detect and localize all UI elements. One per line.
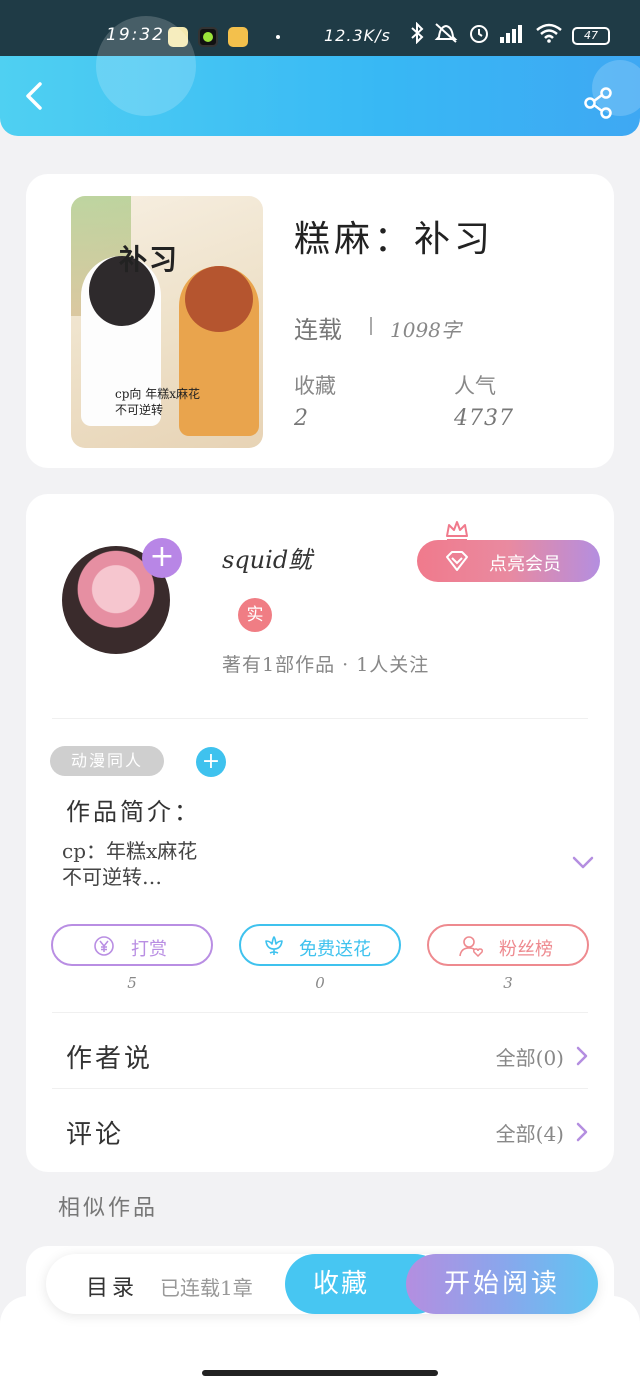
- intro-line: 不可逆转…: [62, 865, 162, 889]
- notification-app-icon: [198, 27, 218, 47]
- more-notifications-dot: [276, 35, 280, 39]
- chevron-right-icon: [576, 1046, 588, 1066]
- book-status: 连载: [294, 316, 342, 344]
- status-icons: 47: [410, 21, 610, 49]
- book-info-card: 补习 cp向 年糕x麻花 不可逆转 糕麻：补习 连载 1098字 收藏 2 人气…: [26, 174, 614, 468]
- verified-badge: 实: [238, 598, 272, 632]
- send-flower-button[interactable]: 免费送花: [239, 924, 401, 966]
- author-meta: 著有1部作品 · 1人关注: [222, 654, 430, 676]
- author-name[interactable]: squid鱿: [222, 540, 312, 575]
- category-tag[interactable]: 动漫同人: [50, 746, 164, 776]
- table-of-contents-button[interactable]: 目录: [86, 1270, 138, 1302]
- divider: [370, 317, 372, 335]
- comments-title: 评论: [66, 1120, 125, 1150]
- similar-works-title: 相似作品: [58, 1196, 159, 1221]
- status-bar: 19:32 12.3K/s 47: [0, 0, 640, 56]
- battery-indicator: 47: [572, 26, 610, 45]
- divider: [52, 718, 588, 719]
- notification-app-icon: [228, 27, 248, 47]
- cover-subtitle-line: cp向 年糕x麻花: [115, 387, 200, 401]
- comments-row[interactable]: 评论 全部(4): [26, 1094, 614, 1166]
- intro-text: cp：年糕x麻花 不可逆转…: [62, 838, 197, 890]
- comments-all-link[interactable]: 全部(4): [496, 1118, 564, 1147]
- author-detail-card: + squid鱿 实 著有1部作品 · 1人关注 点亮会员 动漫同人 + 作品简…: [26, 494, 614, 1172]
- intro-title: 作品简介：: [66, 798, 201, 826]
- cover-subtitle: cp向 年糕x麻花 不可逆转: [115, 386, 200, 418]
- home-indicator[interactable]: [202, 1370, 438, 1376]
- fans-ranking-button[interactable]: 粉丝榜: [427, 924, 589, 966]
- decor-bubble: [96, 16, 196, 116]
- alarm-icon: [468, 22, 490, 49]
- mute-icon: [434, 22, 458, 49]
- chevron-right-icon: [576, 1122, 588, 1142]
- book-title: 糕麻：补习: [294, 219, 495, 260]
- cover-subtitle-line: 不可逆转: [115, 403, 164, 417]
- vip-button-label: 点亮会员: [489, 554, 561, 575]
- fans-count: 3: [503, 974, 513, 992]
- chevron-left-icon: [26, 82, 42, 110]
- share-button[interactable]: [582, 86, 616, 120]
- start-reading-button[interactable]: 开始阅读: [406, 1254, 598, 1314]
- flower-count: 0: [315, 974, 325, 992]
- diamond-icon: [446, 551, 468, 571]
- send-flower-label: 免费送花: [299, 939, 371, 960]
- add-tag-button[interactable]: +: [196, 747, 226, 777]
- divider: [52, 1012, 588, 1013]
- network-speed: 12.3K/s: [324, 26, 391, 45]
- top-header: [0, 16, 640, 136]
- flower-icon: [265, 936, 283, 955]
- chevron-down-icon[interactable]: [572, 856, 594, 870]
- share-icon: [584, 87, 612, 119]
- author-says-row[interactable]: 作者说 全部(0): [26, 1018, 614, 1090]
- intro-line: cp：年糕x麻花: [62, 839, 198, 863]
- bluetooth-icon: [410, 21, 424, 49]
- wifi-icon: [536, 23, 562, 48]
- popularity-label: 人气: [454, 374, 496, 398]
- word-count: 1098字: [390, 318, 461, 342]
- fans-ranking-label: 粉丝榜: [499, 939, 553, 960]
- tip-count: 5: [127, 974, 137, 992]
- signal-icon: [500, 23, 526, 48]
- vip-membership-button[interactable]: 点亮会员: [417, 540, 600, 582]
- cover-title: 补习: [119, 243, 180, 276]
- back-button[interactable]: [20, 80, 52, 112]
- author-says-title: 作者说: [66, 1044, 154, 1074]
- bottom-action-bar: 目录 已连载1章 收藏 开始阅读: [46, 1254, 598, 1314]
- divider: [52, 1088, 588, 1089]
- favorites-value: 2: [294, 406, 309, 431]
- tip-button[interactable]: 打赏: [51, 924, 213, 966]
- popularity-value: 4737: [454, 406, 514, 431]
- author-says-all-link[interactable]: 全部(0): [496, 1042, 564, 1071]
- crown-icon: [446, 521, 468, 541]
- book-cover[interactable]: 补习 cp向 年糕x麻花 不可逆转: [71, 196, 263, 448]
- favorites-label: 收藏: [294, 374, 336, 398]
- yen-icon: [94, 936, 114, 956]
- follow-author-button[interactable]: +: [142, 538, 182, 578]
- tip-label: 打赏: [131, 939, 167, 960]
- chapters-updated-text: 已连载1章: [160, 1276, 253, 1300]
- fans-icon: [459, 936, 483, 957]
